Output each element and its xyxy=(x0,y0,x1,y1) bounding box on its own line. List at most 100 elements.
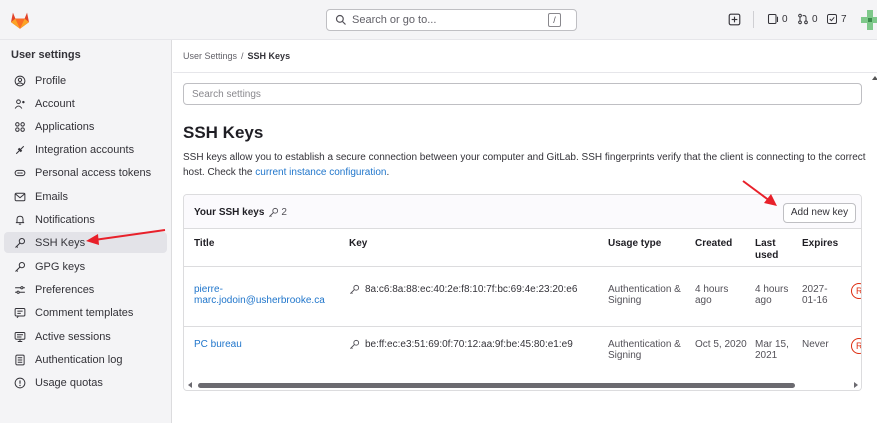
sidebar-item-ssh-keys[interactable]: SSH Keys xyxy=(4,232,167,253)
key-created: Oct 5, 2020 xyxy=(695,339,747,350)
sidebar-item-label: Notifications xyxy=(35,213,95,226)
search-shortcut-hint: / xyxy=(548,13,561,27)
sidebar-item-label: SSH Keys xyxy=(35,236,86,249)
key-expires: 2027-01-16 xyxy=(802,284,828,306)
main-content: User Settings / SSH Keys Search settings… xyxy=(173,40,877,423)
integration-icon xyxy=(13,143,26,156)
column-header-usage-type: Usage type xyxy=(608,238,662,249)
sidebar-item-notifications[interactable]: Notifications xyxy=(4,209,167,230)
column-header-title: Title xyxy=(194,238,215,249)
sidebar-item-account[interactable]: Account xyxy=(4,93,167,114)
applications-icon xyxy=(13,120,26,133)
ssh-keys-card-header: Your SSH keys 2 Add new key xyxy=(184,195,861,229)
add-new-key-button[interactable]: Add new key xyxy=(783,203,856,223)
card-title-text: Your SSH keys xyxy=(194,207,265,218)
table-horizontal-scrollbar[interactable] xyxy=(184,378,861,390)
sidebar-item-label: Comment templates xyxy=(35,306,134,319)
table-divider xyxy=(184,266,861,267)
sidebar-item-emails[interactable]: Emails xyxy=(4,186,167,207)
merge-requests-count: 0 xyxy=(812,13,818,25)
key-fingerprint-value: be:ff:ec:e3:51:69:0f:70:12:aa:9f:be:45:8… xyxy=(365,339,573,350)
key-last-used: 4 hours ago xyxy=(755,284,789,306)
page-title: SSH Keys xyxy=(183,123,264,142)
scrollbar-thumb[interactable] xyxy=(198,383,795,388)
description-end: . xyxy=(386,167,390,178)
sidebar-item-gpg-keys[interactable]: GPG keys xyxy=(4,256,167,277)
top-bar: Search or go to... / 0 0 7 xyxy=(0,0,877,40)
key-icon xyxy=(13,236,26,249)
issues-icon xyxy=(767,13,779,25)
key-fingerprint: 8a:c6:8a:88:ec:40:2e:f8:10:7f:bc:69:4e:2… xyxy=(349,284,599,295)
page-scroll-up-arrow-icon[interactable] xyxy=(872,76,877,80)
scroll-right-arrow-icon[interactable] xyxy=(854,382,858,388)
mail-icon xyxy=(13,190,26,203)
issues-button[interactable]: 0 xyxy=(767,13,788,25)
search-icon xyxy=(335,14,346,25)
sidebar-item-label: Emails xyxy=(35,190,69,203)
comment-icon xyxy=(13,306,26,319)
key-icon xyxy=(350,284,360,294)
sidebar-item-active-sessions[interactable]: Active sessions xyxy=(4,326,167,347)
key-title-link[interactable]: PC bureau xyxy=(194,339,344,350)
breadcrumb: User Settings / SSH Keys xyxy=(183,51,290,61)
instance-configuration-link[interactable]: current instance configuration xyxy=(255,167,386,178)
user-avatar-icon[interactable] xyxy=(861,10,877,30)
sidebar-title: User settings xyxy=(11,49,81,61)
log-icon xyxy=(13,353,26,366)
sidebar-item-personal-access-tokens[interactable]: Personal access tokens xyxy=(4,162,167,183)
global-search-input[interactable]: Search or go to... / xyxy=(326,9,577,31)
column-header-last-used: Last used xyxy=(755,238,779,261)
token-icon xyxy=(13,166,26,179)
sidebar-item-label: Integration accounts xyxy=(35,143,135,156)
todos-count: 7 xyxy=(841,13,847,25)
sidebar-item-usage-quotas[interactable]: Usage quotas xyxy=(4,372,167,393)
column-header-expires: Expires xyxy=(802,238,839,249)
search-settings-input[interactable]: Search settings xyxy=(183,83,862,105)
breadcrumb-current[interactable]: SSH Keys xyxy=(248,51,291,61)
key-icon xyxy=(350,339,360,349)
key-usage-type: Authentication & Signing xyxy=(608,284,681,306)
sidebar-item-label: Profile xyxy=(35,74,67,87)
toolbar-divider xyxy=(753,11,754,28)
key-fingerprint: be:ff:ec:e3:51:69:0f:70:12:aa:9f:be:45:8… xyxy=(349,339,599,350)
merge-request-icon xyxy=(798,13,808,25)
sidebar-item-label: Authentication log xyxy=(35,353,123,366)
key-title-link[interactable]: pierre-marc.jodoin@usherbrooke.ca xyxy=(194,284,344,306)
sidebar-item-profile[interactable]: Profile xyxy=(4,70,167,91)
gitlab-logo-icon[interactable] xyxy=(9,9,31,31)
bell-icon xyxy=(13,213,26,226)
scroll-left-arrow-icon[interactable] xyxy=(188,382,192,388)
sidebar-item-label: Active sessions xyxy=(35,330,111,343)
key-icon xyxy=(13,260,26,273)
key-created: 4 hours ago xyxy=(695,284,729,306)
revoke-key-button[interactable]: R xyxy=(851,283,861,299)
preferences-icon xyxy=(13,283,26,296)
todo-icon xyxy=(827,14,837,24)
sidebar: User settings Profile Account Applicatio… xyxy=(0,40,172,423)
profile-icon xyxy=(13,74,26,87)
ssh-keys-card-title: Your SSH keys 2 xyxy=(194,207,287,218)
sidebar-item-label: Applications xyxy=(35,120,95,133)
revoke-key-button[interactable]: R xyxy=(851,338,861,354)
sidebar-item-preferences[interactable]: Preferences xyxy=(4,279,167,300)
merge-requests-button[interactable]: 0 xyxy=(797,13,818,25)
key-last-used: Mar 15, 2021 xyxy=(755,339,789,361)
sidebar-item-applications[interactable]: Applications xyxy=(4,116,167,137)
sidebar-item-comment-templates[interactable]: Comment templates xyxy=(4,302,167,323)
column-header-created: Created xyxy=(695,238,733,249)
search-settings-placeholder: Search settings xyxy=(192,88,261,100)
ssh-keys-card: Your SSH keys 2 Add new key Title Key Us… xyxy=(183,194,862,391)
sidebar-item-label: Account xyxy=(35,97,75,110)
create-new-icon[interactable] xyxy=(728,13,741,26)
breadcrumb-parent[interactable]: User Settings xyxy=(183,51,237,61)
sidebar-item-label: Usage quotas xyxy=(35,376,103,389)
sidebar-item-integration-accounts[interactable]: Integration accounts xyxy=(4,139,167,160)
ssh-key-count: 2 xyxy=(268,207,287,218)
todos-button[interactable]: 7 xyxy=(826,13,847,25)
account-icon xyxy=(13,97,26,110)
sidebar-item-label: Personal access tokens xyxy=(35,166,152,179)
key-expires: Never xyxy=(802,339,829,350)
sidebar-item-authentication-log[interactable]: Authentication log xyxy=(4,349,167,370)
key-usage-type: Authentication & Signing xyxy=(608,339,681,361)
search-placeholder: Search or go to... xyxy=(352,14,437,26)
